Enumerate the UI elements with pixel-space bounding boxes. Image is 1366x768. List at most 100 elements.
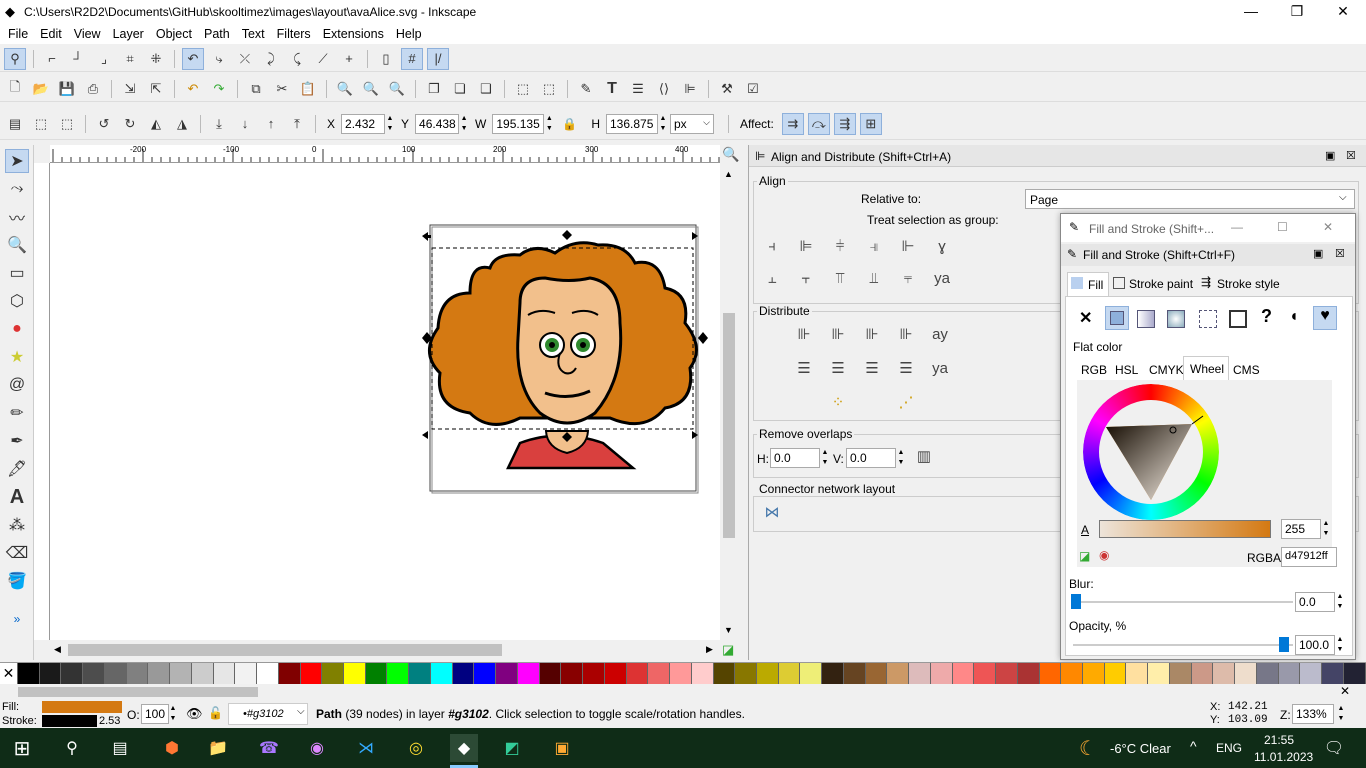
palette-swatch[interactable] — [18, 663, 40, 685]
align-left-edge-icon[interactable]: ⊩ — [895, 235, 921, 259]
rotate-ccw-icon[interactable]: ↺ — [93, 113, 115, 135]
start-windows-icon[interactable]: ⊞ — [8, 734, 36, 762]
snap-corner-icon[interactable]: ⌟ — [93, 48, 115, 70]
new-document-icon[interactable]: 🗋 — [4, 78, 26, 100]
palette-swatch[interactable] — [539, 663, 562, 685]
palette-swatch[interactable] — [409, 663, 431, 685]
snap-smooth-icon[interactable]: ⤹ — [286, 48, 308, 70]
affect-gradient-icon[interactable]: ⇶ — [833, 112, 856, 135]
palette-swatch[interactable] — [1148, 663, 1170, 685]
menu-text[interactable]: Text — [236, 27, 271, 41]
text-tool-icon[interactable]: A — [5, 485, 29, 509]
zoom-page-icon[interactable]: 🔍 — [386, 78, 408, 100]
palette-swatch[interactable] — [148, 663, 171, 685]
selector-tool-icon[interactable]: ➤ — [5, 149, 29, 173]
zoom-drawing-icon[interactable]: 🔍 — [360, 78, 382, 100]
palette-swatch[interactable] — [1017, 663, 1040, 685]
flat-color-button[interactable] — [1105, 306, 1129, 330]
ungroup-icon[interactable]: ⬚ — [538, 78, 560, 100]
unclump-icon[interactable]: ⋰ — [893, 391, 919, 415]
palette-swatch[interactable] — [1343, 663, 1366, 685]
vertical-scroll-thumb[interactable] — [723, 313, 735, 538]
palette-swatch[interactable] — [713, 663, 736, 685]
align-bottom-edge-icon[interactable]: ⫠ — [759, 267, 785, 291]
menu-view[interactable]: View — [68, 27, 107, 41]
randomize-icon[interactable]: ⁘ — [825, 391, 851, 415]
bucket-tool-icon[interactable]: 🪣 — [5, 569, 29, 593]
w-input[interactable]: 195.135 — [492, 113, 545, 134]
palette-swatch[interactable] — [691, 663, 714, 685]
align-bottom-icon[interactable]: ⫫ — [861, 267, 887, 291]
visibility-icon[interactable]: 👁 — [186, 706, 203, 722]
palette-swatch[interactable] — [583, 663, 605, 685]
palette-swatch[interactable] — [1191, 663, 1214, 685]
palette-swatch[interactable] — [126, 663, 149, 685]
palette-swatch[interactable] — [670, 663, 692, 685]
palette-swatch[interactable] — [474, 663, 497, 685]
fill-rule-evenodd-icon[interactable]: ◖ — [1289, 308, 1299, 326]
palette-menu-icon[interactable]: ✕ — [1340, 684, 1350, 698]
vertical-scrollbar[interactable]: ▲ ▼ — [720, 163, 738, 640]
blur-spinner[interactable]: ▲ ▼ — [1335, 592, 1345, 612]
drawing[interactable] — [50, 163, 720, 640]
palette-swatch[interactable] — [344, 663, 366, 685]
tab-stroke-paint[interactable]: Stroke paint — [1113, 272, 1199, 296]
paste-icon[interactable]: 📋 — [297, 78, 319, 100]
pattern-icon[interactable] — [1229, 310, 1247, 328]
search-icon[interactable]: ⚲ — [58, 734, 86, 762]
rgba-input[interactable]: d47912ff — [1281, 547, 1337, 567]
vscode-icon[interactable]: ⋊ — [352, 734, 380, 762]
opacity-slider-track[interactable] — [1073, 644, 1293, 646]
calligraphy-tool-icon[interactable]: 🖋 — [5, 457, 29, 481]
tab-fill[interactable]: Fill — [1067, 272, 1109, 296]
affect-pattern-icon[interactable]: ⊞ — [859, 112, 882, 135]
h-input[interactable]: 136.875 — [605, 113, 658, 134]
mesh-gradient-icon[interactable] — [1199, 310, 1217, 328]
palette-scroll-thumb[interactable] — [18, 687, 258, 697]
viber-icon[interactable]: ☎ — [255, 734, 283, 762]
handle-bottom-left[interactable] — [422, 431, 428, 439]
affect-corners-icon[interactable]: ⤼ — [807, 112, 830, 135]
ellipse-tool-icon[interactable]: ● — [5, 317, 29, 341]
language-indicator[interactable]: ENG — [1216, 741, 1242, 755]
palette-swatch[interactable] — [843, 663, 866, 685]
palette-swatch[interactable] — [365, 663, 388, 685]
select-all-icon[interactable]: ▤ — [4, 113, 26, 135]
palette-swatch[interactable] — [1126, 663, 1149, 685]
palette-swatch[interactable] — [800, 663, 823, 685]
raise-icon[interactable]: ↑ — [260, 113, 282, 135]
maximize-button[interactable]: ❐ — [1274, 0, 1320, 24]
no-paint-icon[interactable]: ✕ — [1079, 308, 1092, 328]
x-spinner[interactable]: ▲ ▼ — [385, 114, 395, 134]
status-opacity-input[interactable]: 100 — [141, 704, 169, 724]
palette-swatch[interactable] — [952, 663, 975, 685]
fill-rule-nonzero-icon[interactable]: ♥ — [1313, 306, 1337, 330]
palette-swatch[interactable] — [1256, 663, 1279, 685]
unset-paint-icon[interactable]: ? — [1261, 306, 1272, 327]
xml-editor-icon[interactable]: ⟨⟩ — [653, 78, 675, 100]
palette-swatch[interactable] — [322, 663, 345, 685]
x-input[interactable]: 2.432 — [341, 113, 386, 134]
undo-icon[interactable]: ↶ — [182, 78, 204, 100]
radial-gradient-icon[interactable] — [1167, 310, 1185, 328]
color-wheel[interactable] — [1081, 382, 1221, 522]
align-center-v-icon[interactable]: ⫩ — [827, 235, 853, 259]
layers-icon[interactable]: ☰ — [627, 78, 649, 100]
snap-edge-icon[interactable]: ┘ — [67, 48, 89, 70]
print-icon[interactable]: ⎙ — [82, 78, 104, 100]
minimize-button[interactable]: — — [1228, 0, 1274, 24]
panel-float-icon[interactable]: ▣ — [1325, 149, 1335, 162]
palette-swatch[interactable] — [756, 663, 779, 685]
overlap-v-input[interactable]: 0.0 — [846, 448, 896, 468]
y-spinner[interactable]: ▲ ▼ — [459, 114, 469, 134]
overlap-h-spinner[interactable]: ▲ ▼ — [820, 448, 830, 468]
preferences-icon[interactable]: ⚒ — [716, 78, 738, 100]
alpha-spinner[interactable]: ▲ ▼ — [1321, 519, 1331, 539]
panel-close-icon[interactable]: ☒ — [1335, 247, 1345, 260]
palette-swatch[interactable] — [191, 663, 214, 685]
lower-bottom-icon[interactable]: ⤓ — [208, 113, 230, 135]
align-top-icon[interactable]: ⫟ — [793, 267, 819, 291]
inkscape-taskbar-icon[interactable]: ◆ — [450, 734, 478, 762]
palette-swatch[interactable] — [170, 663, 192, 685]
file-explorer-icon[interactable]: 📁 — [204, 734, 232, 762]
